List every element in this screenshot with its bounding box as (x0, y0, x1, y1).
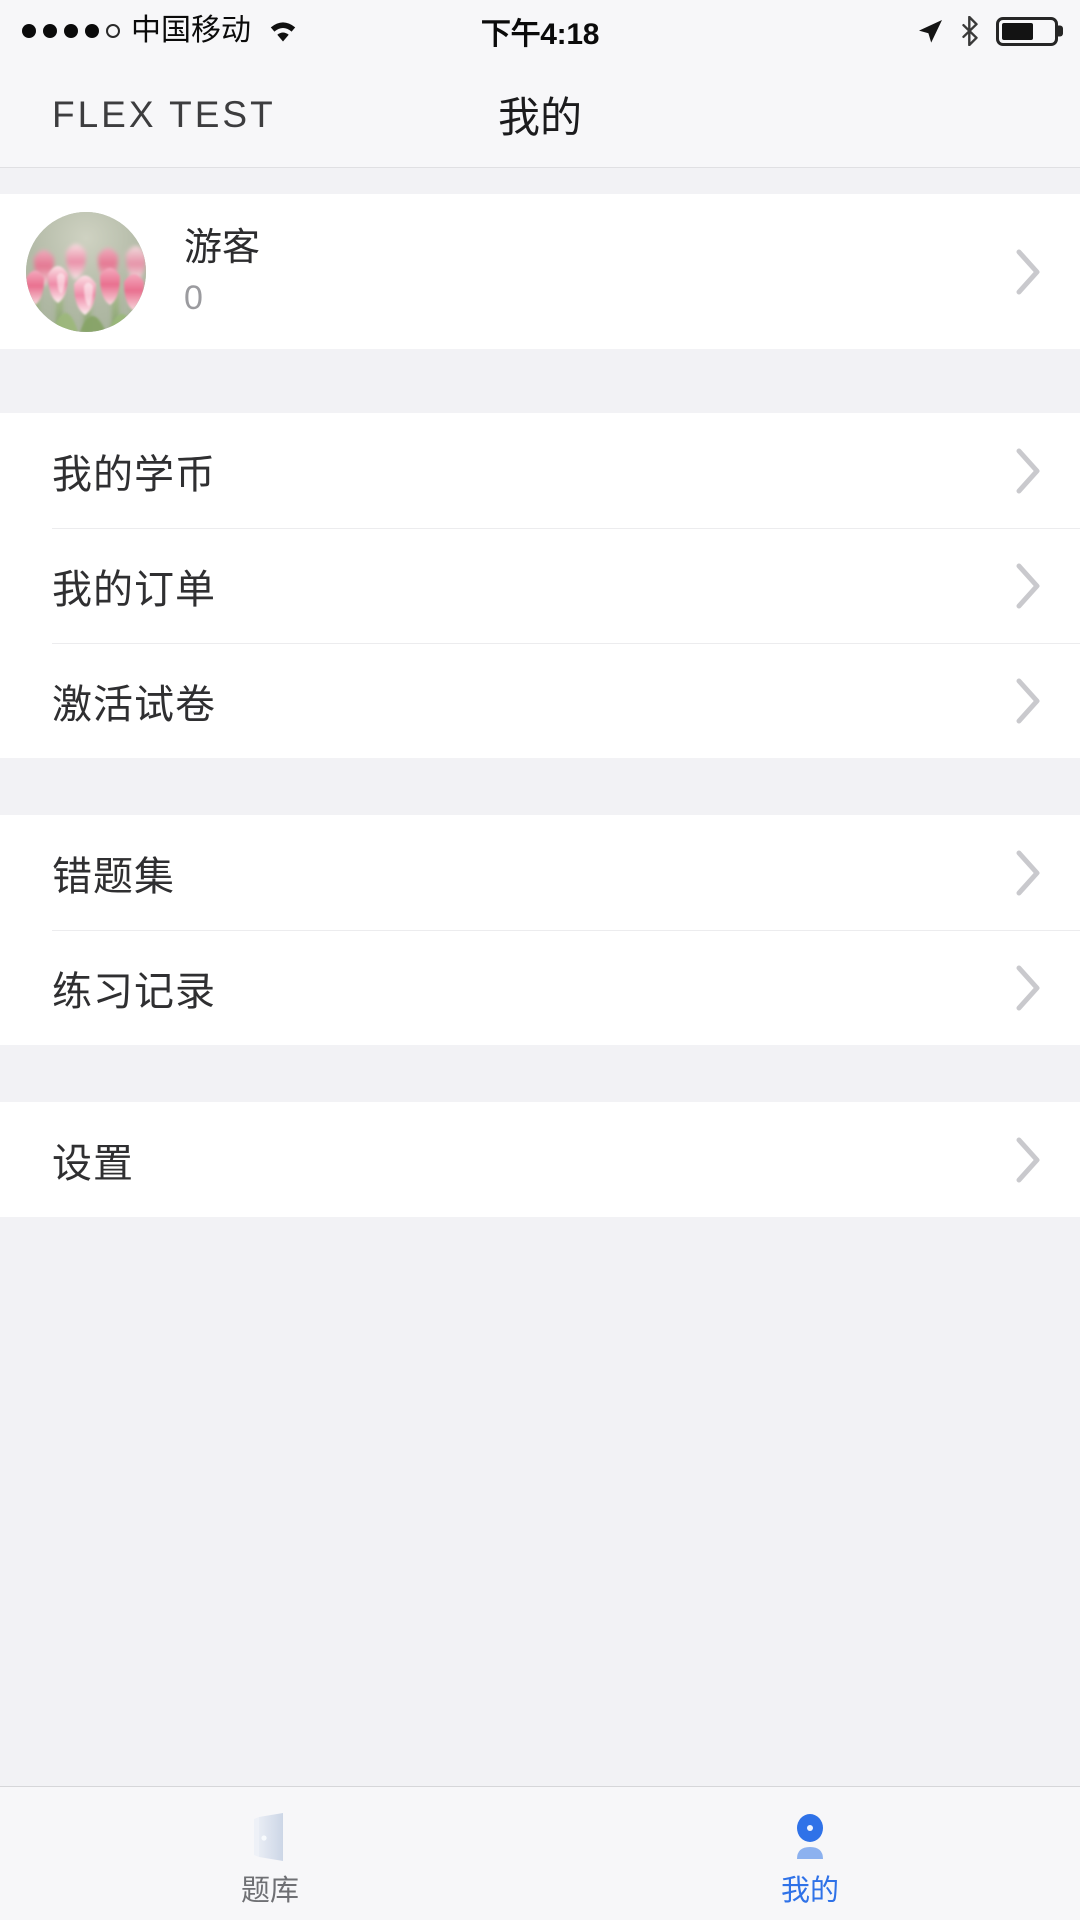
spacer-3 (0, 1045, 1080, 1102)
signal-dot-3 (64, 24, 78, 38)
signal-strength-dots (22, 24, 120, 38)
menu-group-2: 错题集 练习记录 (0, 815, 1080, 1045)
menu-item-label: 设置 (52, 1141, 134, 1186)
person-icon (779, 1807, 841, 1869)
tulips-avatar-image (26, 211, 146, 332)
tab-bar: 题库 我的 (0, 1786, 1080, 1920)
clock-label: 下午4:18 (480, 18, 600, 51)
profile-text: 游客 0 (184, 229, 260, 315)
menu-item-label: 激活试卷 (52, 682, 216, 727)
avatar[interactable] (26, 211, 146, 332)
signal-dot-4 (85, 24, 99, 38)
menu-item-label: 我的学币 (52, 452, 216, 497)
menu-item-label: 错题集 (52, 854, 175, 899)
signal-dot-2 (43, 24, 57, 38)
signal-dot-1 (22, 24, 36, 38)
chevron-right-icon (1016, 849, 1042, 897)
status-bar-right (916, 15, 1058, 47)
status-bar: 中国移动 下午4:18 (0, 0, 1080, 62)
profile-count: 0 (184, 278, 203, 317)
page-title: 我的 (497, 94, 582, 141)
profile-row[interactable]: 游客 0 (0, 194, 1080, 349)
status-bar-left: 中国移动 (22, 16, 300, 46)
tab-question-bank[interactable]: 题库 (0, 1787, 540, 1920)
spacer-2 (0, 758, 1080, 815)
spacer-top (0, 168, 1080, 194)
wifi-icon (266, 18, 300, 44)
chevron-right-icon (1016, 1136, 1042, 1184)
menu-group-3: 设置 (0, 1102, 1080, 1217)
carrier-label: 中国移动 (131, 14, 251, 47)
menu-item-label: 练习记录 (52, 969, 216, 1014)
phone-screen: 中国移动 下午4:18 FLEX TEST 我的 游客 0 我的学币 我的订单 … (0, 0, 1080, 1920)
navigation-bar: FLEX TEST 我的 (0, 62, 1080, 168)
profile-name: 游客 (184, 226, 261, 269)
chevron-right-icon (1016, 964, 1042, 1012)
menu-item-my-orders[interactable]: 我的订单 (0, 528, 1080, 643)
tab-label: 题库 (240, 1875, 299, 1907)
menu-item-my-coins[interactable]: 我的学币 (0, 413, 1080, 528)
location-arrow-icon (916, 17, 944, 45)
profile-card: 游客 0 (0, 194, 1080, 349)
chevron-right-icon (1016, 248, 1042, 296)
signal-dot-5 (106, 24, 120, 38)
book-icon (239, 1807, 301, 1869)
menu-item-settings[interactable]: 设置 (0, 1102, 1080, 1217)
bluetooth-icon (960, 15, 980, 47)
battery-icon (996, 16, 1058, 46)
tab-mine[interactable]: 我的 (540, 1787, 1080, 1920)
menu-item-label: 我的订单 (52, 567, 216, 612)
tab-label: 我的 (780, 1875, 839, 1907)
menu-group-1: 我的学币 我的订单 激活试卷 (0, 413, 1080, 758)
chevron-right-icon (1016, 447, 1042, 495)
main-content: 游客 0 我的学币 我的订单 激活试卷 错题集 练习记录 设置 (0, 168, 1080, 1786)
chevron-right-icon (1016, 562, 1042, 610)
chevron-right-icon (1016, 677, 1042, 725)
menu-item-practice-records[interactable]: 练习记录 (0, 930, 1080, 1045)
menu-item-wrong-questions[interactable]: 错题集 (0, 815, 1080, 930)
menu-item-activate-paper[interactable]: 激活试卷 (0, 643, 1080, 758)
spacer-1 (0, 349, 1080, 413)
